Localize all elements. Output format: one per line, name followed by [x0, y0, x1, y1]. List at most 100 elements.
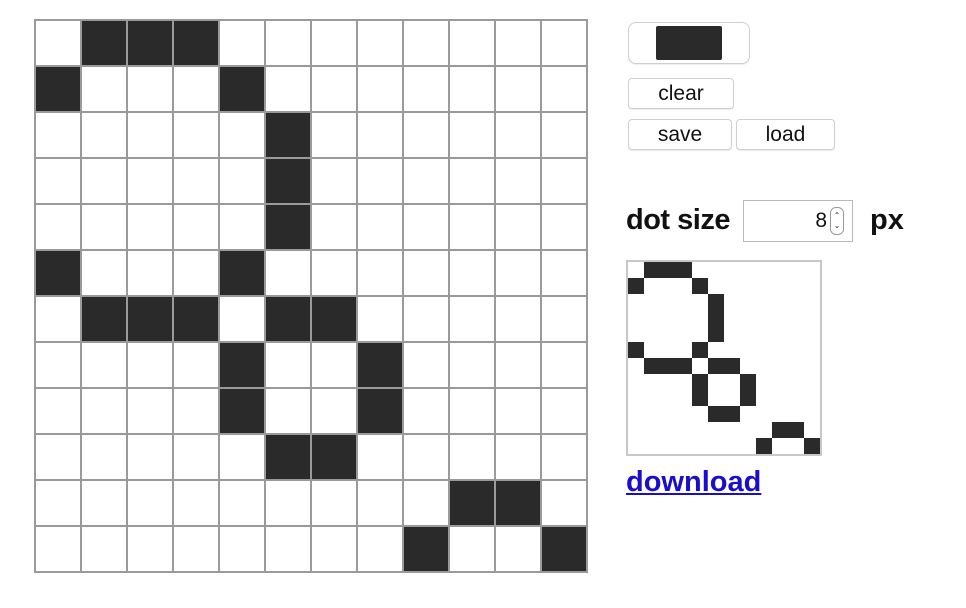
grid-cell[interactable] — [36, 481, 80, 525]
grid-cell[interactable] — [128, 527, 172, 571]
grid-cell[interactable] — [542, 205, 586, 249]
grid-cell[interactable] — [82, 389, 126, 433]
grid-cell[interactable] — [404, 159, 448, 203]
grid-cell[interactable] — [220, 159, 264, 203]
grid-cell[interactable] — [82, 527, 126, 571]
grid-cell[interactable] — [266, 113, 310, 157]
grid-cell[interactable] — [82, 21, 126, 65]
grid-cell[interactable] — [312, 205, 356, 249]
grid-cell[interactable] — [312, 389, 356, 433]
grid-cell[interactable] — [312, 67, 356, 111]
grid-cell[interactable] — [266, 21, 310, 65]
grid-cell[interactable] — [266, 67, 310, 111]
grid-cell[interactable] — [266, 389, 310, 433]
grid-cell[interactable] — [174, 297, 218, 341]
grid-cell[interactable] — [220, 527, 264, 571]
grid-cell[interactable] — [404, 343, 448, 387]
grid-cell[interactable] — [312, 297, 356, 341]
grid-cell[interactable] — [220, 435, 264, 479]
grid-cell[interactable] — [36, 159, 80, 203]
grid-cell[interactable] — [220, 67, 264, 111]
grid-cell[interactable] — [128, 159, 172, 203]
save-button[interactable]: save — [628, 119, 732, 150]
grid-cell[interactable] — [450, 205, 494, 249]
grid-cell[interactable] — [404, 205, 448, 249]
grid-cell[interactable] — [174, 205, 218, 249]
grid-cell[interactable] — [36, 297, 80, 341]
grid-cell[interactable] — [450, 435, 494, 479]
grid-cell[interactable] — [312, 21, 356, 65]
grid-cell[interactable] — [450, 527, 494, 571]
grid-cell[interactable] — [542, 67, 586, 111]
grid-cell[interactable] — [542, 251, 586, 295]
grid-cell[interactable] — [404, 113, 448, 157]
grid-cell[interactable] — [174, 113, 218, 157]
grid-cell[interactable] — [174, 527, 218, 571]
grid-cell[interactable] — [312, 481, 356, 525]
grid-cell[interactable] — [266, 205, 310, 249]
grid-cell[interactable] — [36, 435, 80, 479]
grid-cell[interactable] — [404, 481, 448, 525]
grid-cell[interactable] — [450, 159, 494, 203]
grid-cell[interactable] — [36, 205, 80, 249]
dot-size-stepper[interactable]: ⌃ ⌄ — [830, 207, 844, 235]
load-button[interactable]: load — [736, 119, 835, 150]
grid-cell[interactable] — [220, 113, 264, 157]
download-link[interactable]: download — [626, 466, 761, 499]
grid-cell[interactable] — [174, 251, 218, 295]
grid-cell[interactable] — [266, 481, 310, 525]
grid-cell[interactable] — [496, 435, 540, 479]
grid-cell[interactable] — [128, 21, 172, 65]
grid-cell[interactable] — [220, 343, 264, 387]
grid-cell[interactable] — [220, 21, 264, 65]
grid-cell[interactable] — [404, 527, 448, 571]
grid-cell[interactable] — [220, 481, 264, 525]
grid-cell[interactable] — [312, 251, 356, 295]
grid-cell[interactable] — [82, 205, 126, 249]
grid-cell[interactable] — [128, 389, 172, 433]
grid-cell[interactable] — [496, 527, 540, 571]
grid-cell[interactable] — [542, 297, 586, 341]
grid-cell[interactable] — [266, 297, 310, 341]
grid-cell[interactable] — [450, 343, 494, 387]
stepper-up-icon[interactable]: ⌃ — [834, 211, 841, 221]
grid-cell[interactable] — [174, 21, 218, 65]
grid-cell[interactable] — [266, 343, 310, 387]
grid-cell[interactable] — [496, 481, 540, 525]
grid-cell[interactable] — [128, 481, 172, 525]
grid-cell[interactable] — [542, 527, 586, 571]
grid-cell[interactable] — [358, 389, 402, 433]
grid-cell[interactable] — [358, 113, 402, 157]
grid-cell[interactable] — [36, 389, 80, 433]
grid-cell[interactable] — [82, 297, 126, 341]
grid-cell[interactable] — [358, 67, 402, 111]
grid-cell[interactable] — [404, 251, 448, 295]
grid-cell[interactable] — [496, 343, 540, 387]
grid-cell[interactable] — [496, 297, 540, 341]
grid-cell[interactable] — [450, 251, 494, 295]
grid-cell[interactable] — [404, 297, 448, 341]
grid-cell[interactable] — [174, 67, 218, 111]
grid-cell[interactable] — [358, 481, 402, 525]
grid-cell[interactable] — [312, 159, 356, 203]
grid-cell[interactable] — [450, 389, 494, 433]
grid-cell[interactable] — [220, 251, 264, 295]
grid-cell[interactable] — [404, 435, 448, 479]
grid-cell[interactable] — [312, 343, 356, 387]
grid-cell[interactable] — [450, 297, 494, 341]
grid-cell[interactable] — [542, 159, 586, 203]
grid-cell[interactable] — [36, 21, 80, 65]
grid-cell[interactable] — [496, 113, 540, 157]
grid-cell[interactable] — [36, 343, 80, 387]
grid-cell[interactable] — [542, 113, 586, 157]
grid-cell[interactable] — [128, 205, 172, 249]
grid-cell[interactable] — [496, 21, 540, 65]
grid-cell[interactable] — [404, 21, 448, 65]
grid-cell[interactable] — [82, 435, 126, 479]
grid-cell[interactable] — [220, 389, 264, 433]
dot-size-input[interactable]: 8 ⌃ ⌄ — [743, 200, 853, 242]
grid-cell[interactable] — [312, 435, 356, 479]
grid-cell[interactable] — [174, 435, 218, 479]
grid-cell[interactable] — [128, 113, 172, 157]
stepper-down-icon[interactable]: ⌄ — [834, 221, 841, 231]
